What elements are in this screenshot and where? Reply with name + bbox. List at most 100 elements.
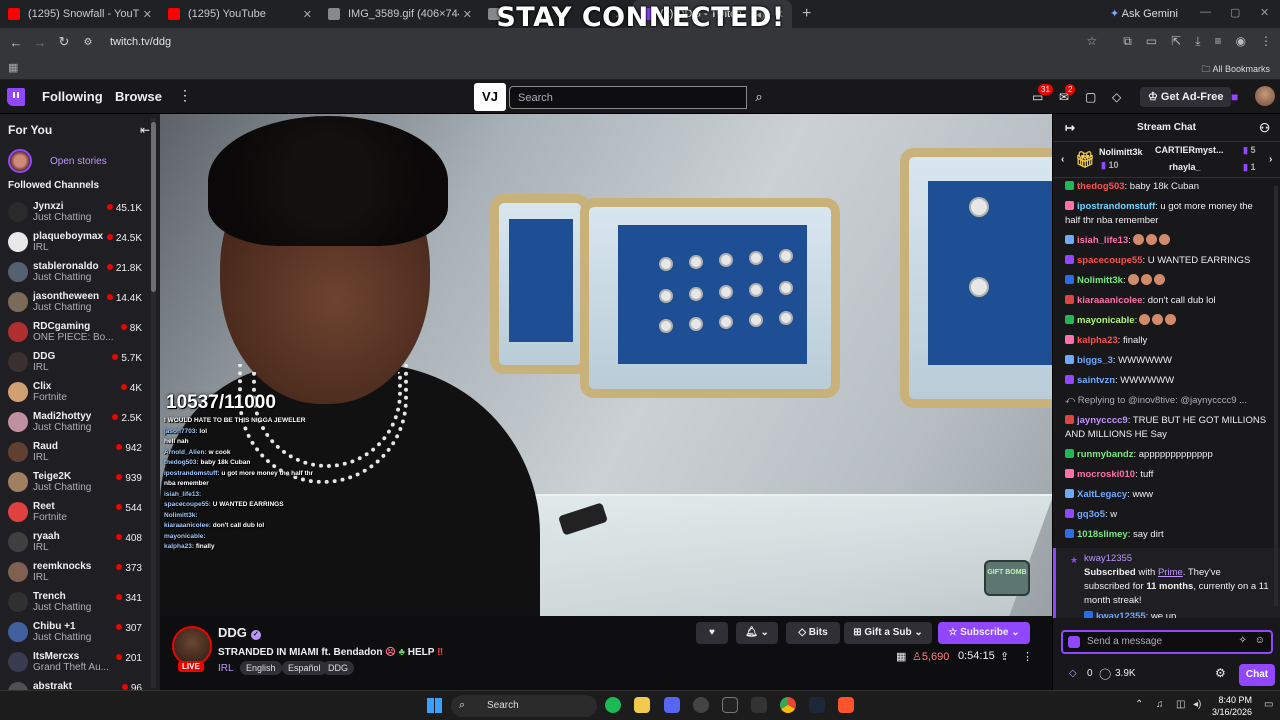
next-arrow-icon[interactable]: › bbox=[1269, 154, 1272, 165]
chat-message[interactable]: kalpha23: finally bbox=[1065, 334, 1269, 348]
close-window-button[interactable]: ✕ bbox=[1260, 6, 1269, 19]
url-field[interactable]: twitch.tv/ddg bbox=[110, 36, 171, 48]
chat-message[interactable]: kway12355: we up bbox=[1084, 610, 1269, 618]
chat-username[interactable]: Nolimitt3k bbox=[1077, 275, 1123, 286]
scrollbar-thumb[interactable] bbox=[151, 122, 156, 292]
sidebar-channel-item[interactable]: Trench Just Chatting 341 bbox=[0, 587, 160, 617]
points-icon[interactable]: ◇ bbox=[1069, 668, 1077, 679]
channel-points-icon[interactable]: ◯ bbox=[1099, 667, 1111, 680]
gifter-name[interactable]: CARTIERmyst... bbox=[1155, 145, 1224, 155]
nav-following[interactable]: Following bbox=[42, 89, 103, 104]
tag-espanol[interactable]: Español bbox=[282, 661, 327, 675]
streamer-avatar[interactable] bbox=[172, 626, 212, 666]
prime-link[interactable]: Prime bbox=[1158, 567, 1183, 578]
chat-message[interactable]: saintvzn: WWWWWW bbox=[1065, 374, 1269, 388]
chat-username[interactable]: saintvzn bbox=[1077, 375, 1115, 386]
close-tab-icon[interactable]: ✕ bbox=[463, 8, 472, 21]
chat-message[interactable]: ⤺ Replying to @inov8tive: @jaynycccc9 ..… bbox=[1065, 394, 1269, 408]
chat-username[interactable]: spacecoupe55 bbox=[1077, 255, 1142, 266]
chat-message[interactable]: jaynycccc9: TRUE BUT HE GOT MILLIONS AND… bbox=[1065, 414, 1269, 442]
bits-cheer-icon[interactable]: ✧ bbox=[1239, 635, 1247, 646]
user-avatar[interactable] bbox=[1255, 86, 1275, 106]
close-tab-icon[interactable]: ✕ bbox=[615, 8, 624, 21]
browser-tab[interactable]: IMG_3589.gif (406×744) ✕ bbox=[320, 0, 480, 28]
tag-english[interactable]: English bbox=[240, 661, 282, 675]
bookmark-star-icon[interactable]: ☆ bbox=[1086, 34, 1097, 49]
whispers-icon[interactable]: ▢ bbox=[1085, 90, 1096, 104]
profile-icon[interactable]: ◉ bbox=[1236, 34, 1246, 49]
gifter-name[interactable]: rhayla_ bbox=[1169, 162, 1201, 172]
chat-username[interactable]: mocroski010 bbox=[1077, 469, 1135, 480]
chat-send-button[interactable]: Chat bbox=[1239, 664, 1275, 686]
sidebar-channel-item[interactable]: ryaah IRL 408 bbox=[0, 527, 160, 557]
sidebar-channel-item[interactable]: Chibu +1 Just Chatting 307 bbox=[0, 617, 160, 647]
browser-tab[interactable]: (1295) Snowfall - YouTube✕ bbox=[0, 0, 160, 28]
brave-icon[interactable] bbox=[838, 697, 854, 713]
twitch-logo-icon[interactable] bbox=[7, 88, 25, 106]
chat-username[interactable]: isiah_life13 bbox=[1077, 235, 1128, 246]
sidebar-channel-item[interactable]: RDCgaming ONE PIECE: Bo... 8K bbox=[0, 317, 160, 347]
sidebar-channel-item[interactable]: Raud IRL 942 bbox=[0, 437, 160, 467]
get-ad-free-button[interactable]: ♔ Get Ad-Free bbox=[1140, 87, 1232, 107]
close-tab-icon[interactable]: ✕ bbox=[303, 8, 312, 21]
sidebar-channel-item[interactable]: Teige2K Just Chatting 939 bbox=[0, 467, 160, 497]
close-tab-icon[interactable]: ✕ bbox=[143, 8, 152, 21]
steam-icon[interactable] bbox=[809, 697, 825, 713]
bits-button[interactable]: ◇ Bits bbox=[786, 622, 840, 644]
streamer-name[interactable]: DDG ✓ bbox=[218, 625, 261, 640]
epic-games-icon[interactable] bbox=[722, 697, 738, 713]
reading-list-icon[interactable]: ≡ bbox=[1215, 34, 1222, 49]
chat-username[interactable]: ipostrandomstuff bbox=[1077, 201, 1155, 212]
volume-icon[interactable]: ◂) bbox=[1193, 699, 1201, 710]
mic-icon[interactable]: ♫ bbox=[1156, 699, 1164, 710]
site-info-icon[interactable]: ⚙ bbox=[76, 37, 100, 48]
reload-icon[interactable]: ↻ bbox=[52, 34, 76, 50]
bits-icon[interactable]: ◇ bbox=[1112, 90, 1121, 104]
stats-icon[interactable]: ▦ bbox=[896, 650, 906, 663]
chat-message[interactable]: mayonicable: bbox=[1065, 314, 1269, 328]
maximize-button[interactable]: ▢ bbox=[1230, 6, 1240, 19]
chat-username[interactable]: XaltLegacy bbox=[1077, 489, 1127, 500]
community-icon[interactable]: ⚇ bbox=[1259, 114, 1270, 142]
tag-ddg[interactable]: DDG bbox=[322, 661, 354, 675]
chat-username[interactable]: kalpha23 bbox=[1077, 335, 1118, 346]
notifications-icon[interactable]: ▭ 31 bbox=[1032, 84, 1053, 104]
chat-username[interactable]: kway12355 bbox=[1096, 611, 1146, 618]
more-options-icon[interactable]: ⋮ bbox=[178, 87, 192, 104]
close-tab-icon[interactable]: ✕ bbox=[775, 8, 784, 21]
cast-icon[interactable]: ▭ bbox=[1146, 34, 1157, 49]
search-input[interactable]: Search bbox=[509, 86, 747, 109]
sub-user[interactable]: kway12355 bbox=[1084, 552, 1269, 566]
sidebar-channel-item[interactable]: abstrakt 96 bbox=[0, 677, 160, 690]
chat-message[interactable]: kiaraaanicolee: don't call dub lol bbox=[1065, 294, 1269, 308]
notifications-bell-button[interactable]: 🔔︎ ⌄ bbox=[736, 622, 778, 644]
sidebar-channel-item[interactable]: jasontheween Just Chatting 14.4K bbox=[0, 287, 160, 317]
prime-icon[interactable]: ■ bbox=[1231, 90, 1238, 104]
spotify-icon[interactable] bbox=[605, 697, 621, 713]
app-icon[interactable] bbox=[751, 697, 767, 713]
inbox-icon[interactable]: ✉ 2 bbox=[1059, 84, 1076, 104]
chat-input[interactable]: Send a message ✧ ☺ bbox=[1061, 630, 1273, 654]
chat-message[interactable]: Nolimitt3k: bbox=[1065, 274, 1269, 288]
all-bookmarks-button[interactable]: 🗀 All Bookmarks bbox=[1201, 62, 1270, 78]
chat-message[interactable]: ipostrandomstuff: u got more money the h… bbox=[1065, 200, 1269, 228]
chat-message[interactable]: mocroski010: tuff bbox=[1065, 468, 1269, 482]
chat-username[interactable]: biggs_3 bbox=[1077, 355, 1113, 366]
nav-browse[interactable]: Browse bbox=[115, 89, 162, 104]
vj-extension-logo[interactable]: VJ bbox=[474, 83, 506, 111]
forward-icon[interactable]: → bbox=[28, 35, 52, 50]
taskbar-clock[interactable]: 8:40 PM 3/16/2026 bbox=[1212, 694, 1252, 718]
prev-arrow-icon[interactable]: ‹ bbox=[1061, 154, 1064, 165]
sidebar-channel-item[interactable]: reemknocks IRL 373 bbox=[0, 557, 160, 587]
chat-message[interactable]: gq3o5: w bbox=[1065, 508, 1269, 522]
notification-center-icon[interactable]: ▭ bbox=[1264, 699, 1273, 710]
menu-icon[interactable]: ⋮ bbox=[1260, 34, 1272, 49]
share-icon[interactable]: ⇪ bbox=[1000, 650, 1009, 663]
sidebar-channel-item[interactable]: Reet Fortnite 544 bbox=[0, 497, 160, 527]
chat-message[interactable]: biggs_3: WWWWWW bbox=[1065, 354, 1269, 368]
file-explorer-icon[interactable] bbox=[634, 697, 650, 713]
tray-chevron-icon[interactable]: ⌃ bbox=[1135, 699, 1143, 710]
mute-icon[interactable]: ◂) bbox=[756, 8, 765, 21]
extensions-icon[interactable]: ⧉ bbox=[1123, 34, 1132, 49]
chat-message[interactable]: thedog503: baby 18k Cuban bbox=[1065, 180, 1269, 194]
